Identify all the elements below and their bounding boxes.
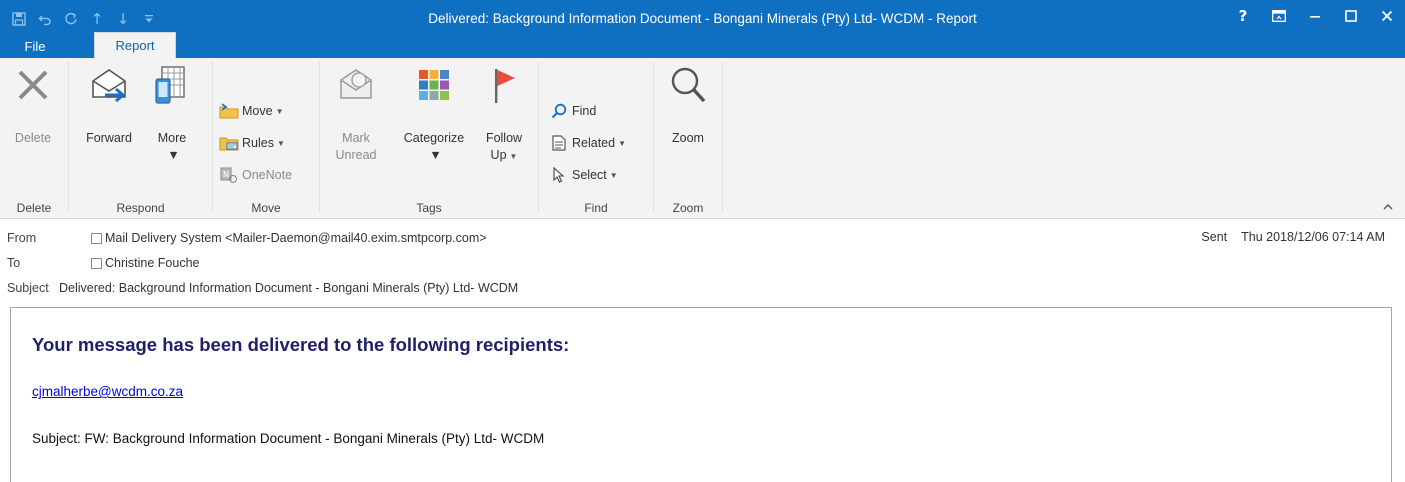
onenote-icon: N xyxy=(219,166,239,184)
close-button[interactable] xyxy=(1369,0,1405,32)
more-respond-icon xyxy=(152,62,192,108)
window-title: Delivered: Background Information Docume… xyxy=(428,11,977,26)
chevron-down-icon: ▼ xyxy=(609,170,618,180)
minimize-button[interactable] xyxy=(1297,0,1333,32)
svg-text:N: N xyxy=(223,170,229,179)
ribbon-group-find: Find Related ▼ Select ▼ Find xyxy=(539,58,653,219)
checkbox-icon xyxy=(91,257,102,269)
mark-unread-button[interactable]: Mark Unread xyxy=(330,62,382,164)
folder-move-icon xyxy=(219,102,239,120)
chevron-down-icon: ▼ xyxy=(618,138,627,148)
zoom-button[interactable]: Zoom xyxy=(663,62,713,147)
to-recipient[interactable]: Christine Fouche xyxy=(91,256,200,270)
flag-icon xyxy=(484,62,524,108)
rules-icon xyxy=(219,134,239,152)
tab-file[interactable]: File xyxy=(12,34,58,58)
maximize-button[interactable] xyxy=(1333,0,1369,32)
chevron-down-icon: ▼ xyxy=(509,152,518,161)
sent-date: Thu 2018/12/06 07:14 AM xyxy=(1241,230,1385,244)
subject-row: Subject Delivered: Background Informatio… xyxy=(7,281,519,295)
checkbox-icon xyxy=(91,232,102,244)
ribbon-display-options-button[interactable] xyxy=(1261,0,1297,32)
from-sender[interactable]: Mail Delivery System <Mailer-Daemon@mail… xyxy=(91,231,487,245)
ribbon-group-delete: Delete Delete xyxy=(0,58,68,219)
to-row: To Christine Fouche xyxy=(7,256,200,270)
forward-envelope-icon xyxy=(89,62,129,108)
tab-report[interactable]: Report xyxy=(94,32,176,58)
categorize-icon xyxy=(414,62,454,108)
message-header: From Mail Delivery System <Mailer-Daemon… xyxy=(0,220,1405,304)
ribbon-group-tags: Mark Unread Categorize ▼ Follow Up ▼ Tags xyxy=(320,58,538,219)
delete-button[interactable]: Delete xyxy=(8,62,58,147)
related-document-icon xyxy=(549,134,569,152)
rules-button[interactable]: Rules ▼ xyxy=(219,132,285,154)
chevron-down-icon: ▼ xyxy=(429,148,442,162)
more-respond-button[interactable]: More ▼ xyxy=(147,62,197,164)
forward-button[interactable]: Forward xyxy=(79,62,139,147)
move-button[interactable]: Move ▼ xyxy=(219,100,284,122)
ribbon-group-respond: Forward More ▼ Respond xyxy=(69,58,212,219)
title-bar: ↑ ↓ Delivered: Background Information Do… xyxy=(0,0,1405,58)
ribbon: Delete Delete Forward More ▼ Respond Mov… xyxy=(0,58,1405,219)
zoom-magnifier-icon xyxy=(668,62,708,108)
ribbon-separator xyxy=(722,62,723,212)
recipient-email-link[interactable]: cjmalherbe@wcdm.co.za xyxy=(32,384,183,399)
select-button[interactable]: Select ▼ xyxy=(549,164,618,186)
ribbon-group-move: Move ▼ Rules ▼ N OneNote Move xyxy=(213,58,319,219)
categorize-button[interactable]: Categorize ▼ xyxy=(392,62,476,164)
original-subject: Subject: FW: Background Information Docu… xyxy=(32,431,545,446)
window-controls: ? xyxy=(1225,0,1405,32)
follow-up-button[interactable]: Follow Up ▼ xyxy=(476,62,532,165)
search-icon xyxy=(549,102,569,120)
mark-unread-envelope-icon xyxy=(336,62,376,108)
delivery-heading: Your message has been delivered to the f… xyxy=(32,334,570,355)
collapse-ribbon-icon[interactable] xyxy=(1383,203,1393,214)
ribbon-group-zoom: Zoom Zoom xyxy=(654,58,722,219)
subject-value: Delivered: Background Information Docume… xyxy=(59,281,519,295)
help-button[interactable]: ? xyxy=(1225,0,1261,32)
onenote-button[interactable]: N OneNote xyxy=(219,164,292,186)
chevron-down-icon: ▼ xyxy=(275,106,284,116)
from-row: From Mail Delivery System <Mailer-Daemon… xyxy=(7,231,487,245)
chevron-down-icon: ▼ xyxy=(276,138,285,148)
message-body: Your message has been delivered to the f… xyxy=(10,307,1392,482)
related-button[interactable]: Related ▼ xyxy=(549,132,626,154)
chevron-down-icon: ▼ xyxy=(167,148,180,162)
sent-info: Sent Thu 2018/12/06 07:14 AM xyxy=(1201,230,1385,244)
cursor-icon xyxy=(549,166,569,184)
find-button[interactable]: Find xyxy=(549,100,596,122)
delete-icon xyxy=(13,62,53,108)
